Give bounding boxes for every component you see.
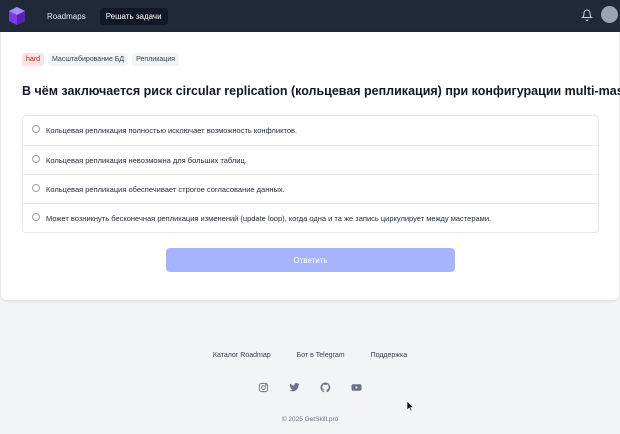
topic-tag: Репликация [132,53,180,66]
radio-button[interactable] [32,125,40,133]
question-title: В чём заключается риск circular replicat… [22,84,620,98]
social-links [0,382,620,393]
question-card: hard Масштабирование БД Репликация В чём… [1,32,620,300]
nav-roadmaps[interactable]: Roadmaps [41,8,92,25]
answer-option-label: Кольцевая репликация полностью исключает… [46,126,298,135]
footer-link-telegram-bot[interactable]: Бот в Telegram [297,352,345,359]
answer-option[interactable]: Кольцевая репликация полностью исключает… [23,116,598,145]
tag-list: hard Масштабирование БД Репликация [22,53,183,66]
footer-links: Каталог Roadmap Бот в Telegram Поддержка [0,352,620,359]
answer-option-label: Может возникнуть бесконечная репликация … [46,213,492,223]
footer-link-roadmap-catalog[interactable]: Каталог Roadmap [213,352,271,359]
footer-link-support[interactable]: Поддержка [371,352,408,359]
top-navbar: Roadmaps Решать задачи [0,0,620,32]
answer-options: Кольцевая репликация полностью исключает… [22,115,599,233]
getskill-logo-icon[interactable] [7,6,27,26]
header-actions [581,6,618,23]
youtube-icon[interactable] [351,382,362,393]
avatar[interactable] [601,6,618,23]
bell-icon[interactable] [581,9,593,21]
radio-button[interactable] [32,154,40,163]
answer-option-label: Кольцевая репликация невозможна для боль… [46,155,247,165]
copyright-text: © 2025 GetSkill.pro [281,416,339,423]
answer-option[interactable]: Кольцевая репликация обеспечивает строго… [23,174,598,203]
topic-tag: Масштабирование БД [48,53,129,66]
answer-option[interactable]: Может возникнуть бесконечная репликация … [23,203,598,232]
answer-option-label: Кольцевая репликация обеспечивает строго… [46,184,285,194]
radio-button[interactable] [32,212,40,221]
submit-answer-button[interactable]: Ответить [166,248,455,272]
instagram-icon[interactable] [258,382,269,393]
github-icon[interactable] [320,382,331,393]
answer-option[interactable]: Кольцевая репликация невозможна для боль… [23,145,598,174]
twitter-icon[interactable] [289,382,300,393]
radio-button[interactable] [32,183,40,192]
nav-solve-tasks[interactable]: Решать задачи [99,7,168,25]
difficulty-badge: hard [22,53,45,66]
mouse-cursor-icon [407,401,414,411]
